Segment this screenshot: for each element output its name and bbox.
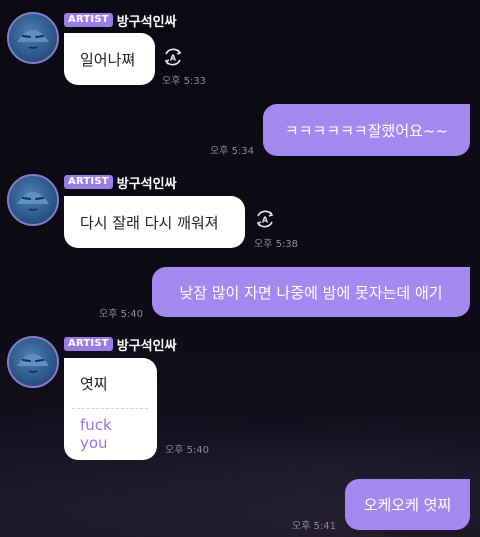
- message-text: 엿찌: [80, 374, 108, 393]
- svg-text:A: A: [262, 216, 269, 225]
- avatar[interactable]: [7, 174, 59, 226]
- message-text: 낮잠 많이 자면 나중에 밤에 못자는데 애기: [179, 283, 443, 302]
- sender-header: ARTIST 방구석인싸: [64, 336, 177, 354]
- message-bubble-outgoing[interactable]: 오케오케 엿찌: [345, 479, 470, 530]
- avatar[interactable]: [7, 12, 59, 64]
- sender-name: 방구석인싸: [116, 338, 177, 354]
- artist-badge: ARTIST: [64, 13, 113, 27]
- message-text: ㅋㅋㅋㅋㅋㅋ잘했어요~~: [284, 121, 449, 140]
- message-bubble-outgoing[interactable]: 낮잠 많이 자면 나중에 밤에 못자는데 애기: [152, 267, 470, 317]
- message-bubble-incoming[interactable]: 다시 잘래 다시 깨워져: [64, 196, 245, 248]
- message-time: 오후 5:40: [165, 445, 210, 456]
- sender-name: 방구석인싸: [116, 176, 177, 192]
- translate-icon[interactable]: A: [254, 208, 276, 230]
- message-bubble-incoming-translated[interactable]: 엿찌 fuck you: [64, 358, 157, 460]
- avatar-icon: [17, 30, 49, 49]
- message-time: 오후 5:41: [292, 521, 337, 532]
- artist-badge: ARTIST: [64, 175, 113, 189]
- message-bubble-incoming[interactable]: 일어나쪄: [64, 33, 155, 85]
- translated-text: fuck you: [80, 416, 112, 452]
- translate-icon[interactable]: A: [162, 46, 184, 68]
- svg-text:A: A: [170, 54, 177, 63]
- message-text: 일어나쪄: [80, 50, 136, 69]
- message-time: 오후 5:40: [99, 309, 144, 320]
- avatar-icon: [17, 354, 49, 373]
- avatar[interactable]: [7, 336, 59, 388]
- message-time: 오후 5:38: [254, 239, 299, 250]
- sender-header: ARTIST 방구석인싸: [64, 12, 177, 30]
- sender-header: ARTIST 방구석인싸: [64, 174, 177, 192]
- message-text: 오케오케 엿찌: [363, 496, 452, 514]
- artist-badge: ARTIST: [64, 337, 113, 351]
- message-time: 오후 5:33: [162, 76, 207, 87]
- sender-name: 방구석인싸: [116, 14, 177, 30]
- avatar-icon: [17, 192, 49, 211]
- message-text: 다시 잘래 다시 깨워져: [80, 213, 219, 232]
- message-bubble-outgoing[interactable]: ㅋㅋㅋㅋㅋㅋ잘했어요~~: [263, 104, 470, 156]
- message-time: 오후 5:34: [210, 146, 255, 157]
